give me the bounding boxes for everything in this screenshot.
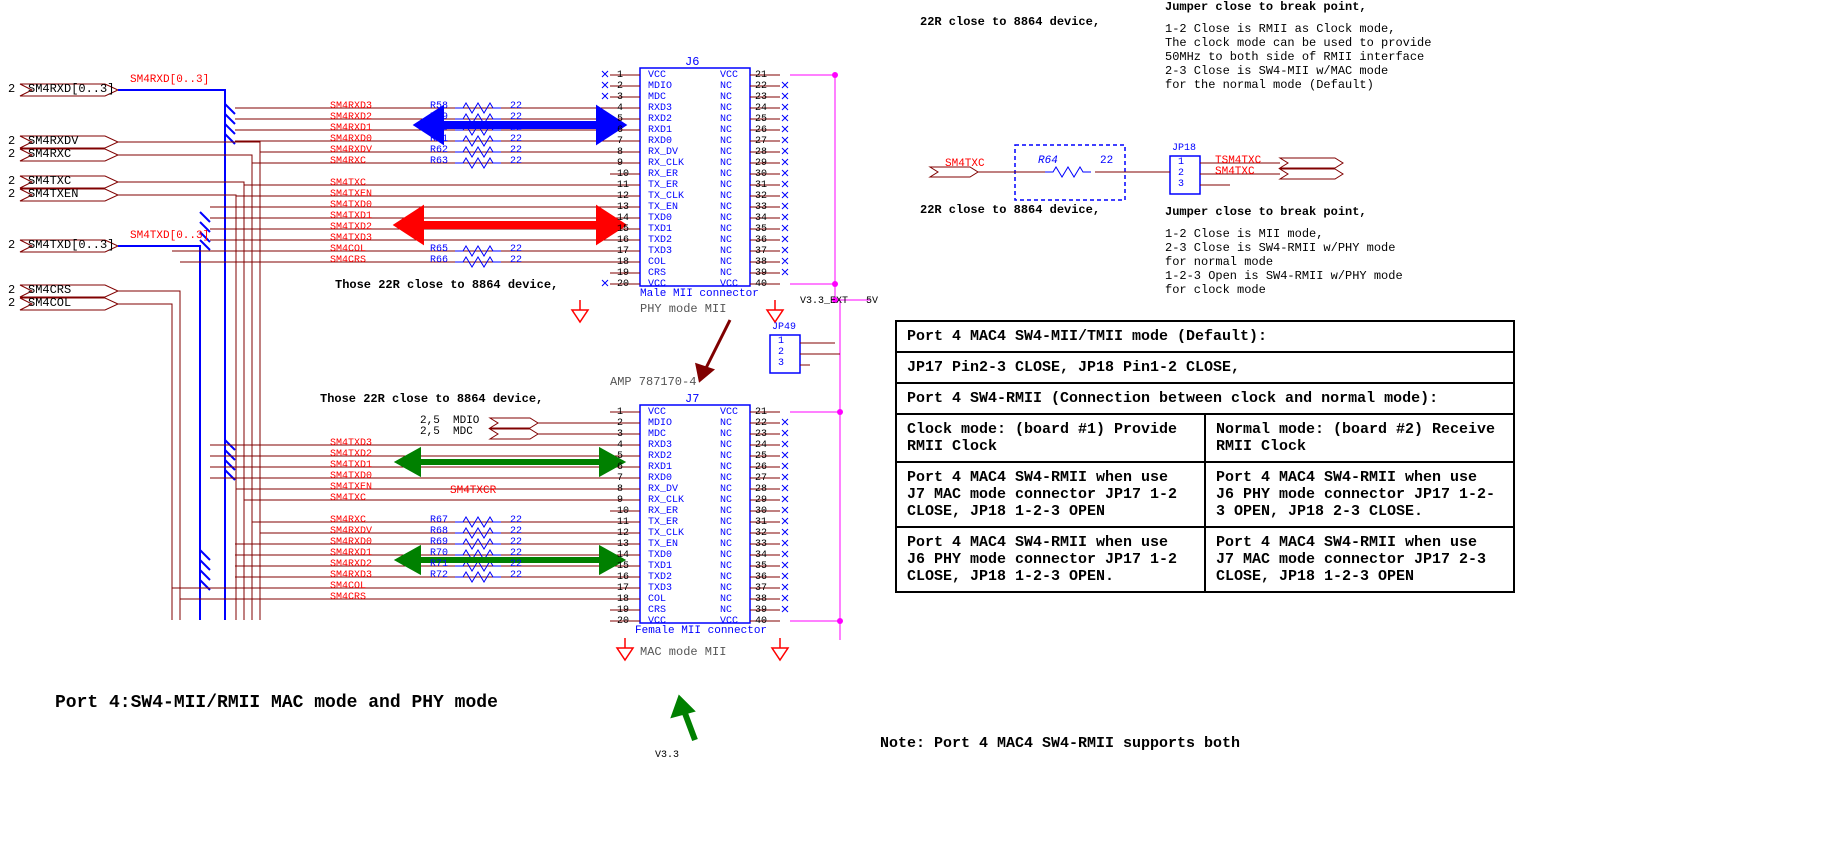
jp17-note: 2-3 Close is SW4-MII w/MAC mode xyxy=(1165,64,1388,78)
jp49-ref: JP49 xyxy=(772,322,796,333)
note: 22R close to 8864 device, xyxy=(920,203,1100,217)
jp18-ref: JP18 xyxy=(1172,143,1196,154)
mdc-label: 2,5 MDC xyxy=(420,426,473,438)
port-name: SM4COL xyxy=(28,296,71,310)
port-name: SM4RXD[0..3] xyxy=(28,82,114,96)
note: MAC mode MII xyxy=(640,645,726,659)
net-label: SM4TXC xyxy=(945,158,985,170)
j6-ref: J6 xyxy=(685,55,699,69)
bus-label: SM4TXD[0..3] xyxy=(130,230,209,242)
jp17-note: 1-2 Close is RMII as Clock mode, xyxy=(1165,22,1395,36)
mac-arrow xyxy=(675,700,695,740)
port-name: SM4TXC xyxy=(28,174,71,188)
port-page: 2 xyxy=(8,238,15,252)
jp17-note: 50MHz to both side of RMII interface xyxy=(1165,50,1424,64)
port-name: SM4CRS xyxy=(28,283,71,297)
cfg-row: Port 4 SW4-RMII (Connection between cloc… xyxy=(896,383,1514,414)
jp18-note: 1-2-3 Open is SW4-RMII w/PHY mode xyxy=(1165,269,1403,283)
port-name: SM4TXEN xyxy=(28,187,78,201)
res-ref: R64 xyxy=(1038,155,1058,167)
port-name: SM4TXD[0..3] xyxy=(28,238,114,252)
rail-label: 5V xyxy=(866,296,878,307)
note: AMP 787170-4 xyxy=(610,375,696,389)
cfg-row: JP17 Pin2-3 CLOSE, JP18 Pin1-2 CLOSE, xyxy=(896,352,1514,383)
rail-label: V3.3_EXT xyxy=(800,296,848,307)
j7-ref: J7 xyxy=(685,392,699,406)
port-page: 2 xyxy=(8,296,15,310)
port-name: SM4RXC xyxy=(28,147,71,161)
port-page: 2 xyxy=(8,174,15,188)
cfg-cell: Port 4 MAC4 SW4-RMII when use J6 PHY mod… xyxy=(1205,462,1514,527)
port-page: 2 xyxy=(8,134,15,148)
rail-label: V3.3 xyxy=(655,750,679,761)
jp18-note: for normal mode xyxy=(1165,255,1273,269)
note: PHY mode MII xyxy=(640,302,726,316)
footnote: Note: Port 4 MAC4 SW4-RMII supports both xyxy=(880,735,1240,752)
note: Those 22R close to 8864 device, xyxy=(320,392,543,406)
note: Those 22R close to 8864 device, xyxy=(335,278,558,292)
port-page: 2 xyxy=(8,283,15,297)
port-page: 2 xyxy=(8,82,15,96)
net-label: SM4TXCR xyxy=(450,485,496,497)
jp17-note: The clock mode can be used to provide xyxy=(1165,36,1431,50)
red-arrow xyxy=(400,212,620,238)
cfg-cell: Port 4 MAC4 SW4-RMII when use J6 PHY mod… xyxy=(896,527,1205,592)
note: 22R close to 8864 device, xyxy=(920,15,1100,29)
page-title: Port 4:SW4-MII/RMII MAC mode and PHY mod… xyxy=(55,693,498,713)
cfg-row: Port 4 MAC4 SW4-MII/TMII mode (Default): xyxy=(896,321,1514,352)
phy-arrow xyxy=(697,320,730,380)
net-label: SM4TXC xyxy=(1215,166,1255,178)
jp18-note: 2-3 Close is SW4-RMII w/PHY mode xyxy=(1165,241,1395,255)
jp18-note: for clock mode xyxy=(1165,283,1266,297)
jp17-note: Jumper close to break point, xyxy=(1165,0,1367,14)
config-table: Port 4 MAC4 SW4-MII/TMII mode (Default):… xyxy=(895,320,1515,593)
cfg-cell: Port 4 MAC4 SW4-RMII when use J7 MAC mod… xyxy=(896,462,1205,527)
res-val: 22 xyxy=(1100,155,1113,167)
port-page: 2 xyxy=(8,187,15,201)
jp17-note: for the normal mode (Default) xyxy=(1165,78,1374,92)
cfg-cell: Clock mode: (board #1) Provide RMII Cloc… xyxy=(896,414,1205,462)
jp18-note: Jumper close to break point, xyxy=(1165,205,1367,219)
cfg-cell: Normal mode: (board #2) Receive RMII Clo… xyxy=(1205,414,1514,462)
bus-label: SM4RXD[0..3] xyxy=(130,74,209,86)
port-page: 2 xyxy=(8,147,15,161)
port-name: SM4RXDV xyxy=(28,134,78,148)
schematic-page: { "title": "Port 4:SW4-MII/RMII MAC mode… xyxy=(0,0,1847,851)
jp18-note: 1-2 Close is MII mode, xyxy=(1165,227,1323,241)
green-arrow-1 xyxy=(400,452,620,472)
cfg-cell: Port 4 MAC4 SW4-RMII when use J7 MAC mod… xyxy=(1205,527,1514,592)
